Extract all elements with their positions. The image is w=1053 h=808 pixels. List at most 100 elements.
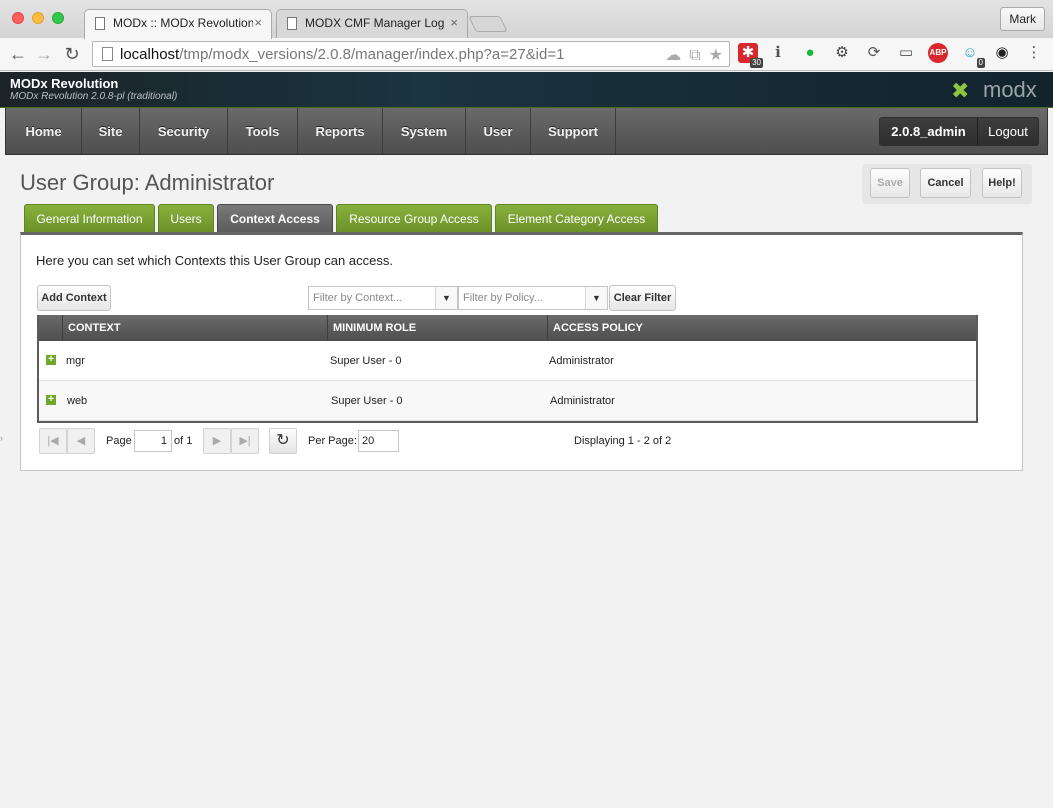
modx-logo-icon: ✖ (951, 78, 970, 103)
last-page-icon[interactable]: ▶| (231, 428, 259, 454)
eye-icon[interactable]: ◉ (992, 43, 1012, 63)
panel-description: Here you can set which Contexts this Use… (36, 253, 393, 268)
page-number-input[interactable]: 1 (134, 430, 172, 452)
page-icon (102, 47, 113, 61)
filter-context-placeholder: Filter by Context... (313, 292, 403, 304)
url-text: localhost/tmp/modx_versions/2.0.8/manage… (120, 46, 564, 63)
code-icon[interactable]: ⧉ (689, 47, 700, 64)
browser-tab-title: MODX CMF Manager Login (305, 16, 445, 30)
table-row[interactable]: + mgr Super User - 0 Administrator (39, 341, 976, 381)
table-row[interactable]: + web Super User - 0 Administrator (39, 381, 976, 421)
tab-resource-group-access[interactable]: Resource Group Access (336, 204, 492, 232)
cell-access-policy: Administrator (549, 355, 614, 367)
browser-tab-strip: MODx :: MODx Revolution × MODX CMF Manag… (0, 0, 1053, 39)
back-arrow-icon[interactable]: ← (6, 42, 30, 66)
browser-tab-title: MODx :: MODx Revolution (113, 16, 253, 30)
reload-icon[interactable]: ↻ (60, 42, 84, 66)
tab-general-information[interactable]: General Information (24, 204, 155, 232)
page-icon (95, 17, 105, 30)
nav-item-security[interactable]: Security (140, 108, 228, 154)
nav-item-site[interactable]: Site (82, 108, 140, 154)
cell-context: mgr (66, 355, 85, 367)
forward-arrow-icon[interactable]: → (32, 42, 56, 66)
page-label: Page (106, 435, 132, 447)
filter-policy-placeholder: Filter by Policy... (463, 292, 543, 304)
menu-icon[interactable]: ⋮ (1024, 43, 1044, 63)
chevron-down-icon[interactable]: ▼ (435, 287, 457, 309)
address-bar[interactable]: localhost/tmp/modx_versions/2.0.8/manage… (92, 41, 730, 67)
user-menu: 2.0.8_admin Logout (879, 117, 1039, 146)
expand-row-icon[interactable]: + (46, 395, 56, 405)
per-page-label: Per Page: (308, 435, 357, 447)
clear-filter-button[interactable]: Clear Filter (609, 285, 676, 311)
per-page-input[interactable]: 20 (358, 430, 399, 452)
first-page-icon[interactable]: |◀ (39, 428, 67, 454)
site-version: MODx Revolution 2.0.8-pl (traditional) (10, 91, 178, 102)
cell-access-policy: Administrator (550, 395, 615, 407)
username[interactable]: 2.0.8_admin (880, 118, 978, 145)
zoom-window-button[interactable] (52, 12, 64, 24)
filter-policy-combo[interactable]: Filter by Policy... ▼ (458, 286, 608, 310)
extension-red-icon[interactable]: ✱ 30 (738, 43, 763, 68)
page-icon (287, 17, 297, 30)
info-icon[interactable]: ℹ (768, 43, 788, 63)
tab-users[interactable]: Users (158, 204, 214, 232)
previous-page-icon[interactable]: ◀ (67, 428, 95, 454)
browser-toolbar: ← → ↻ localhost/tmp/modx_versions/2.0.8/… (0, 38, 1053, 71)
action-toolbar: Save Cancel Help! (862, 164, 1032, 204)
minimize-window-button[interactable] (32, 12, 44, 24)
nav-item-support[interactable]: Support (531, 108, 616, 154)
nav-item-tools[interactable]: Tools (228, 108, 298, 154)
tab-element-category-access[interactable]: Element Category Access (495, 204, 658, 232)
displaying-info: Displaying 1 - 2 of 2 (574, 435, 672, 447)
browser-tab-modx-revolution[interactable]: MODx :: MODx Revolution × (84, 9, 272, 39)
omnibox-icons: ☁ ⧉ ★ (657, 45, 723, 65)
next-page-icon[interactable]: ▶ (203, 428, 231, 454)
column-header-minimum-role[interactable]: MINIMUM ROLE (327, 315, 547, 341)
chevron-down-icon[interactable]: ▼ (585, 287, 607, 309)
column-header-context[interactable]: CONTEXT (62, 315, 327, 341)
nav-item-reports[interactable]: Reports (298, 108, 383, 154)
modx-logo-text: modx (983, 77, 1037, 102)
refresh-icon[interactable]: ↻ (269, 428, 297, 454)
filter-context-combo[interactable]: Filter by Context... ▼ (308, 286, 458, 310)
bookmark-star-icon[interactable]: ★ (709, 47, 723, 64)
new-tab-button[interactable] (468, 16, 508, 32)
grid-header: CONTEXT MINIMUM ROLE ACCESS POLICY (39, 315, 976, 341)
browser-tab-modx-login[interactable]: MODX CMF Manager Login × (276, 9, 468, 39)
cloud-icon[interactable]: ☁ (665, 47, 681, 64)
tab-context-access[interactable]: Context Access (217, 204, 333, 232)
ghost-icon[interactable]: ☺ 0 (960, 43, 985, 68)
close-tab-icon[interactable]: × (450, 15, 458, 30)
gear-icon[interactable]: ⚙ (832, 43, 852, 63)
cell-minimum-role: Super User - 0 (331, 395, 403, 407)
close-window-button[interactable] (12, 12, 24, 24)
nav-item-user[interactable]: User (466, 108, 531, 154)
modx-header: MODx Revolution MODx Revolution 2.0.8-pl… (0, 72, 1053, 108)
page-title: User Group: Administrator (20, 170, 275, 195)
page-count-label: of 1 (174, 435, 193, 447)
adblock-icon[interactable]: ABP (928, 43, 948, 63)
url-host: localhost (120, 46, 180, 63)
expand-row-icon[interactable]: + (46, 355, 56, 365)
column-header-access-policy[interactable]: ACCESS POLICY (547, 315, 976, 341)
profile-button[interactable]: Mark (1000, 7, 1045, 31)
cancel-button[interactable]: Cancel (920, 168, 971, 198)
expander-column-header (39, 315, 62, 341)
nav-item-system[interactable]: System (383, 108, 466, 154)
nav-item-home[interactable]: Home (6, 108, 82, 154)
save-button[interactable]: Save (870, 168, 910, 198)
sync-icon[interactable]: ⟳ (864, 43, 884, 63)
main-navigation: Home Site Security Tools Reports System … (5, 108, 1048, 155)
context-access-panel: Here you can set which Contexts this Use… (20, 232, 1023, 471)
collapse-handle-icon[interactable]: › (0, 433, 4, 447)
add-context-button[interactable]: Add Context (37, 285, 111, 311)
site-name: MODx Revolution (10, 76, 119, 91)
close-tab-icon[interactable]: × (254, 15, 262, 30)
logout-button[interactable]: Logout (978, 118, 1038, 145)
cast-icon[interactable]: ▭ (896, 43, 916, 63)
context-access-grid: CONTEXT MINIMUM ROLE ACCESS POLICY + mgr… (37, 315, 978, 423)
chat-bubble-icon[interactable]: ● (800, 43, 820, 63)
help-button[interactable]: Help! (982, 168, 1022, 198)
cell-minimum-role: Super User - 0 (330, 355, 402, 367)
